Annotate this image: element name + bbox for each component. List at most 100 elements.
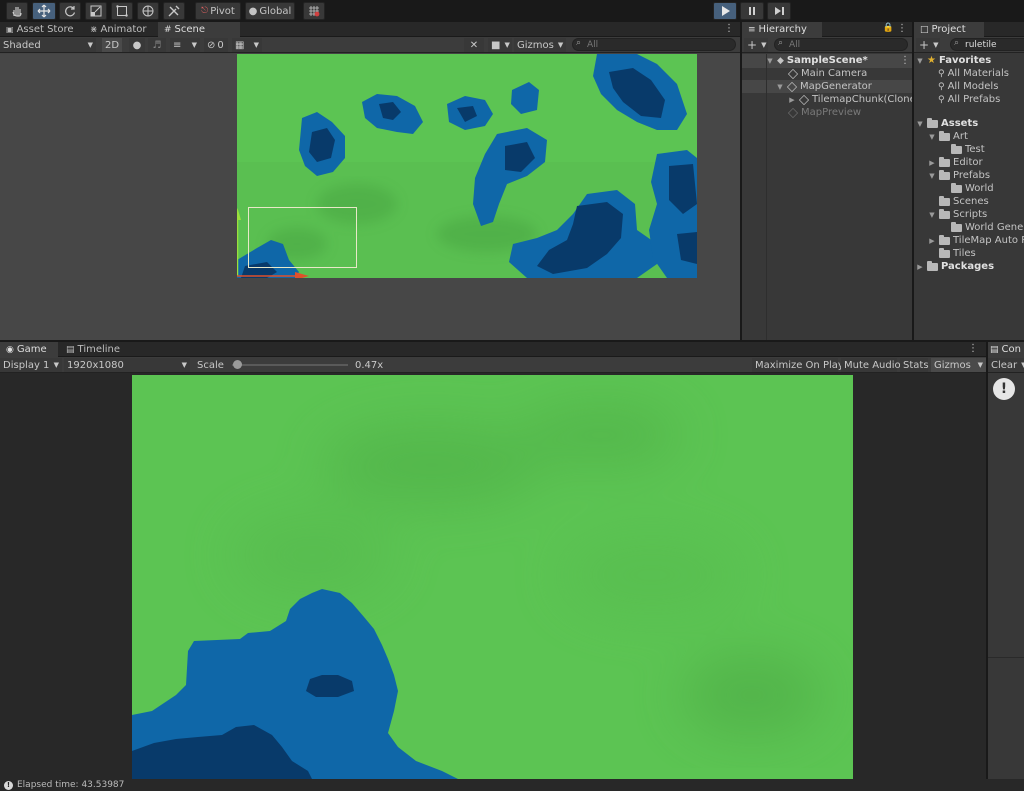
fold-arrow-icon[interactable]: ▶	[928, 237, 936, 245]
fold-arrow-icon[interactable]: ▼	[916, 120, 924, 128]
folder-icon	[939, 195, 950, 206]
hierarchy-item-mapgenerator[interactable]: ▼ MapGenerator	[776, 80, 872, 93]
create-dropdown[interactable]: + ▼	[916, 38, 940, 52]
gameobject-icon	[798, 94, 810, 105]
scene-menu-icon[interactable]: ⋮	[900, 55, 910, 66]
panel-menu-icon[interactable]: ⋮	[968, 343, 978, 354]
resolution-value: 1920x1080	[67, 359, 124, 371]
hierarchy-item-mappreview[interactable]: MapPreview	[787, 106, 862, 119]
project-toolbar: +▼ ruletile	[914, 37, 1024, 53]
grid-visibility-dropdown[interactable]: ▦ ▼	[232, 38, 262, 52]
favorite-item[interactable]: ⚲ All Models	[938, 80, 998, 93]
gizmos-dropdown[interactable]: Gizmos ▼	[514, 38, 566, 52]
hand-tool-icon[interactable]	[6, 2, 28, 20]
folder-prefabs[interactable]: ▼ Prefabs	[928, 169, 990, 182]
scene-search-input[interactable]: All	[572, 38, 736, 51]
transform-tool-icon[interactable]	[137, 2, 159, 20]
favorites-row[interactable]: ▼ ★ Favorites	[916, 54, 991, 67]
stats-button[interactable]: Stats	[900, 358, 929, 372]
packages-row[interactable]: ▶ Packages	[916, 260, 994, 273]
hierarchy-item-main-camera[interactable]: Main Camera	[787, 67, 867, 80]
favorite-item[interactable]: ⚲ All Materials	[938, 67, 1009, 80]
tab-scene[interactable]: # Scene	[158, 22, 240, 37]
rect-tool-icon[interactable]	[111, 2, 133, 20]
tab-console[interactable]: ▤ Con	[988, 342, 1024, 357]
folder-scripts[interactable]: ▼ Scripts	[928, 208, 987, 221]
scale-tool-icon[interactable]	[85, 2, 107, 20]
rotate-tool-icon[interactable]	[59, 2, 81, 20]
tab-project[interactable]: □ Project	[914, 22, 984, 37]
fold-arrow-icon[interactable]: ▼	[928, 172, 936, 180]
unity-scene-icon: ◆	[777, 55, 784, 66]
project-search-input[interactable]: ruletile	[950, 38, 1024, 51]
fold-arrow-icon[interactable]: ▼	[928, 133, 936, 141]
fold-arrow-icon[interactable]: ▶	[788, 96, 796, 104]
fold-arrow-icon[interactable]: ▼	[928, 211, 936, 219]
custom-tools-icon[interactable]	[163, 2, 185, 20]
shading-mode-dropdown[interactable]: Shaded ▼	[0, 38, 96, 52]
display-dropdown[interactable]: Display 1 ▼	[0, 358, 62, 372]
hierarchy-item-tilemapchunk[interactable]: ▶ TilemapChunk(Clone)	[788, 93, 920, 106]
tab-hierarchy[interactable]: ≡ Hierarchy	[742, 22, 822, 37]
tools-icon[interactable]: ✕	[464, 38, 484, 52]
hierarchy-item-label: MapPreview	[801, 107, 862, 118]
fold-arrow-icon[interactable]: ▶	[928, 159, 936, 167]
tab-label: Animator	[100, 24, 147, 35]
tab-game[interactable]: ◉ Game	[0, 342, 58, 357]
move-tool-icon[interactable]	[32, 2, 56, 20]
scene-row[interactable]: ▼ ◆ SampleScene* ⋮	[766, 54, 910, 67]
scale-slider-thumb[interactable]	[233, 360, 243, 369]
folder-world-generation[interactable]: World Genera	[951, 221, 1024, 234]
folder-tilemap-auto-rule[interactable]: ▶ TileMap Auto Ru	[928, 234, 1024, 247]
folder-tiles[interactable]: Tiles	[939, 247, 976, 260]
fold-arrow-icon[interactable]: ▼	[766, 57, 774, 65]
mode-2d-toggle[interactable]: 2D	[102, 38, 122, 52]
tab-asset-store[interactable]: ▣ Asset Store	[0, 22, 80, 37]
lock-icon[interactable]: 🔒	[883, 23, 894, 33]
folder-scenes[interactable]: Scenes	[939, 195, 989, 208]
assets-row[interactable]: ▼ Assets	[916, 117, 978, 130]
tab-animator[interactable]: ⋇ Animator	[84, 22, 153, 37]
pause-button[interactable]	[740, 2, 764, 20]
folder-art[interactable]: ▼ Art	[928, 130, 968, 143]
fold-arrow-icon[interactable]: ▶	[916, 263, 924, 271]
scale-slider-track[interactable]	[232, 364, 348, 366]
folder-world[interactable]: World	[951, 182, 994, 195]
tab-label: Con	[1001, 344, 1021, 355]
create-dropdown[interactable]: + ▼	[744, 38, 768, 52]
panel-menu-icon[interactable]: ⋮	[724, 23, 734, 34]
pivot-toggle[interactable]: ⎋ Pivot	[195, 2, 241, 20]
project-search-value: ruletile	[965, 39, 997, 50]
folder-editor[interactable]: ▶ Editor	[928, 156, 983, 169]
global-toggle[interactable]: ● Global	[245, 2, 295, 20]
folder-icon	[939, 130, 950, 141]
clear-dropdown[interactable]: Clear ▼	[988, 358, 1024, 372]
mute-audio-button[interactable]: Mute Audio	[841, 358, 901, 372]
effects-dropdown[interactable]: ≡ ▼	[170, 38, 200, 52]
audio-icon[interactable]: ♬	[148, 38, 166, 52]
step-button[interactable]	[767, 2, 791, 20]
panel-menu-icon[interactable]: ⋮	[897, 23, 907, 34]
scene-control-bar: Shaded▼ 2D ● ♬ ≡▼ ⊘ 0 ▦▼ ✕ ■▼ Gizmos▼ Al…	[0, 37, 740, 53]
tab-timeline[interactable]: ▤ Timeline	[60, 342, 126, 357]
game-view-render[interactable]	[132, 375, 853, 779]
maximize-on-play-button[interactable]: Maximize On Play	[752, 358, 844, 372]
folder-test[interactable]: Test	[951, 143, 985, 156]
folder-label: Test	[965, 144, 985, 155]
folder-icon	[951, 182, 962, 193]
game-gizmos-dropdown[interactable]: Gizmos ▼	[931, 358, 986, 372]
favorite-item[interactable]: ⚲ All Prefabs	[938, 93, 1000, 106]
fold-arrow-icon[interactable]: ▼	[916, 57, 924, 65]
hierarchy-item-label: TilemapChunk(Clone)	[812, 94, 920, 105]
grid-snap-icon[interactable]	[303, 2, 325, 20]
animator-icon: ⋇	[90, 24, 98, 35]
play-button[interactable]	[713, 2, 737, 20]
fold-arrow-icon[interactable]: ▼	[776, 83, 784, 91]
folder-icon	[939, 156, 950, 167]
hierarchy-search-input[interactable]: All	[774, 38, 908, 51]
lighting-icon[interactable]: ●	[129, 38, 145, 52]
scene-visibility-toggle[interactable]: ⊘ 0	[204, 38, 228, 52]
camera-dropdown[interactable]: ■ ▼	[488, 38, 512, 52]
resolution-dropdown[interactable]: 1920x1080 ▼	[64, 358, 190, 372]
scene-viewport[interactable]	[0, 54, 740, 340]
